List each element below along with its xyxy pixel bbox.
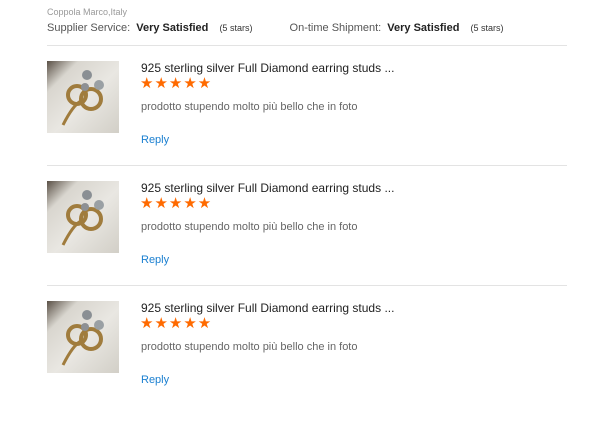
- review-item: 925 sterling silver Full Diamond earring…: [47, 301, 567, 421]
- product-thumbnail[interactable]: [47, 301, 119, 373]
- earring-image: [61, 310, 104, 366]
- reply-link[interactable]: Reply: [141, 254, 169, 266]
- earring-image: [61, 190, 104, 246]
- review-comment: prodotto stupendo molto più bello che in…: [141, 341, 358, 353]
- rating-stars-note: (5 stars): [219, 23, 253, 33]
- review-comment: prodotto stupendo molto più bello che in…: [141, 101, 358, 113]
- product-title[interactable]: 925 sterling silver Full Diamond earring…: [141, 301, 394, 315]
- review-item: 925 sterling silver Full Diamond earring…: [47, 61, 567, 181]
- rating-label: On-time Shipment:: [289, 22, 382, 34]
- rating-stars: ★★★★★: [140, 195, 213, 212]
- reply-link[interactable]: Reply: [141, 374, 169, 386]
- reviewer-name: Coppola Marco,Italy: [47, 7, 128, 17]
- rating-label: Supplier Service:: [47, 22, 131, 34]
- rating-value: Very Satisfied: [136, 22, 209, 34]
- review-item: 925 sterling silver Full Diamond earring…: [47, 181, 567, 301]
- rating-stars: ★★★★★: [140, 315, 213, 332]
- product-thumbnail[interactable]: [47, 181, 119, 253]
- product-thumbnail[interactable]: [47, 61, 119, 133]
- earring-image: [61, 70, 104, 126]
- product-title[interactable]: 925 sterling silver Full Diamond earring…: [141, 61, 394, 75]
- supplier-service-rating: Supplier Service: Very Satisfied (5 star…: [47, 22, 252, 34]
- reply-link[interactable]: Reply: [141, 134, 169, 146]
- rating-value: Very Satisfied: [387, 22, 460, 34]
- divider: [47, 165, 567, 166]
- rating-stars: ★★★★★: [140, 75, 213, 92]
- ontime-shipment-rating: On-time Shipment: Very Satisfied (5 star…: [290, 22, 504, 34]
- divider: [47, 285, 567, 286]
- rating-stars-note: (5 stars): [470, 23, 504, 33]
- review-comment: prodotto stupendo molto più bello che in…: [141, 221, 358, 233]
- divider: [47, 45, 567, 46]
- product-title[interactable]: 925 sterling silver Full Diamond earring…: [141, 181, 394, 195]
- ratings-summary: Supplier Service: Very Satisfied (5 star…: [47, 22, 538, 34]
